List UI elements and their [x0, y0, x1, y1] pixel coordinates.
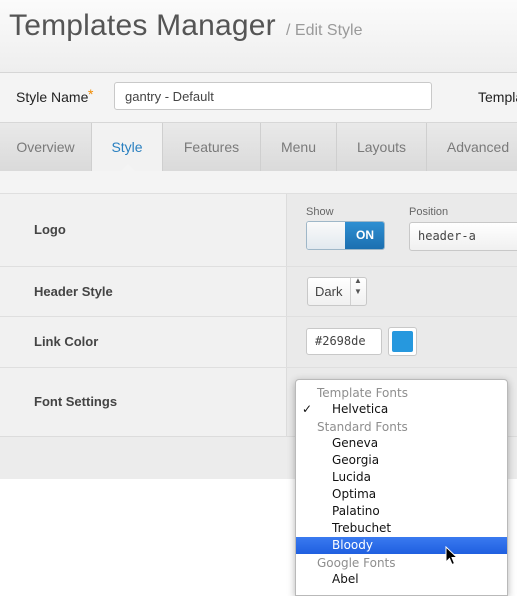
font-option-helvetica[interactable]: ✓ Helvetica: [296, 401, 507, 418]
font-option-georgia[interactable]: Georgia: [296, 452, 507, 469]
position-label: Position: [409, 206, 449, 218]
logo-show-toggle[interactable]: ON: [306, 221, 385, 250]
tab-overview[interactable]: Overview: [0, 123, 92, 171]
font-option-lucida[interactable]: Lucida: [296, 469, 507, 486]
font-option-geneva[interactable]: Geneva: [296, 435, 507, 452]
font-option-bloody[interactable]: Bloody: [296, 537, 507, 554]
checkmark-icon: ✓: [302, 402, 313, 416]
toggle-on-label: ON: [345, 222, 384, 249]
page-title: Templates Manager: [9, 9, 276, 42]
position-select[interactable]: header-a: [409, 222, 517, 251]
logo-label: Logo: [34, 222, 66, 237]
header-style-label: Header Style: [34, 284, 113, 299]
font-dropdown-menu[interactable]: Template Fonts ✓ Helvetica Standard Font…: [295, 379, 508, 596]
tab-layouts[interactable]: Layouts: [337, 123, 427, 171]
font-option-abel[interactable]: Abel: [296, 571, 507, 588]
page-header: Templates Manager / Edit Style: [0, 0, 517, 73]
template-label: Template: [478, 89, 517, 105]
style-name-input[interactable]: [114, 82, 432, 110]
tab-menu[interactable]: Menu: [261, 123, 337, 171]
link-color-swatch[interactable]: [388, 327, 417, 356]
style-name-label: Style Name: [16, 89, 89, 105]
font-settings-label: Font Settings: [34, 394, 118, 409]
link-color-row: Link Color #2698de: [0, 316, 517, 367]
show-label: Show: [306, 206, 334, 218]
dropdown-group-template: Template Fonts: [317, 386, 408, 400]
tab-features[interactable]: Features: [163, 123, 261, 171]
logo-row: Logo Show ON Position header-a: [0, 193, 517, 266]
header-style-row: Header Style Dark ▲ ▼: [0, 266, 517, 317]
font-option-optima[interactable]: Optima: [296, 486, 507, 503]
required-star: *: [88, 86, 94, 102]
header-style-select[interactable]: Dark ▲ ▼: [307, 276, 367, 306]
tab-bar: Overview Style Features Menu Layouts Adv…: [0, 123, 517, 172]
link-color-input[interactable]: #2698de: [306, 328, 382, 355]
mouse-pointer-icon: [445, 546, 459, 566]
font-option-trebuchet[interactable]: Trebuchet: [296, 520, 507, 537]
page-subtitle: / Edit Style: [286, 22, 363, 39]
dropdown-group-google: Google Fonts: [317, 556, 396, 570]
select-arrows-icon: ▲ ▼: [354, 276, 362, 296]
active-tab-caret: [121, 164, 135, 171]
font-option-palatino[interactable]: Palatino: [296, 503, 507, 520]
link-color-label: Link Color: [34, 334, 99, 349]
dropdown-group-standard: Standard Fonts: [317, 420, 408, 434]
tab-advanced[interactable]: Advanced: [427, 123, 517, 171]
